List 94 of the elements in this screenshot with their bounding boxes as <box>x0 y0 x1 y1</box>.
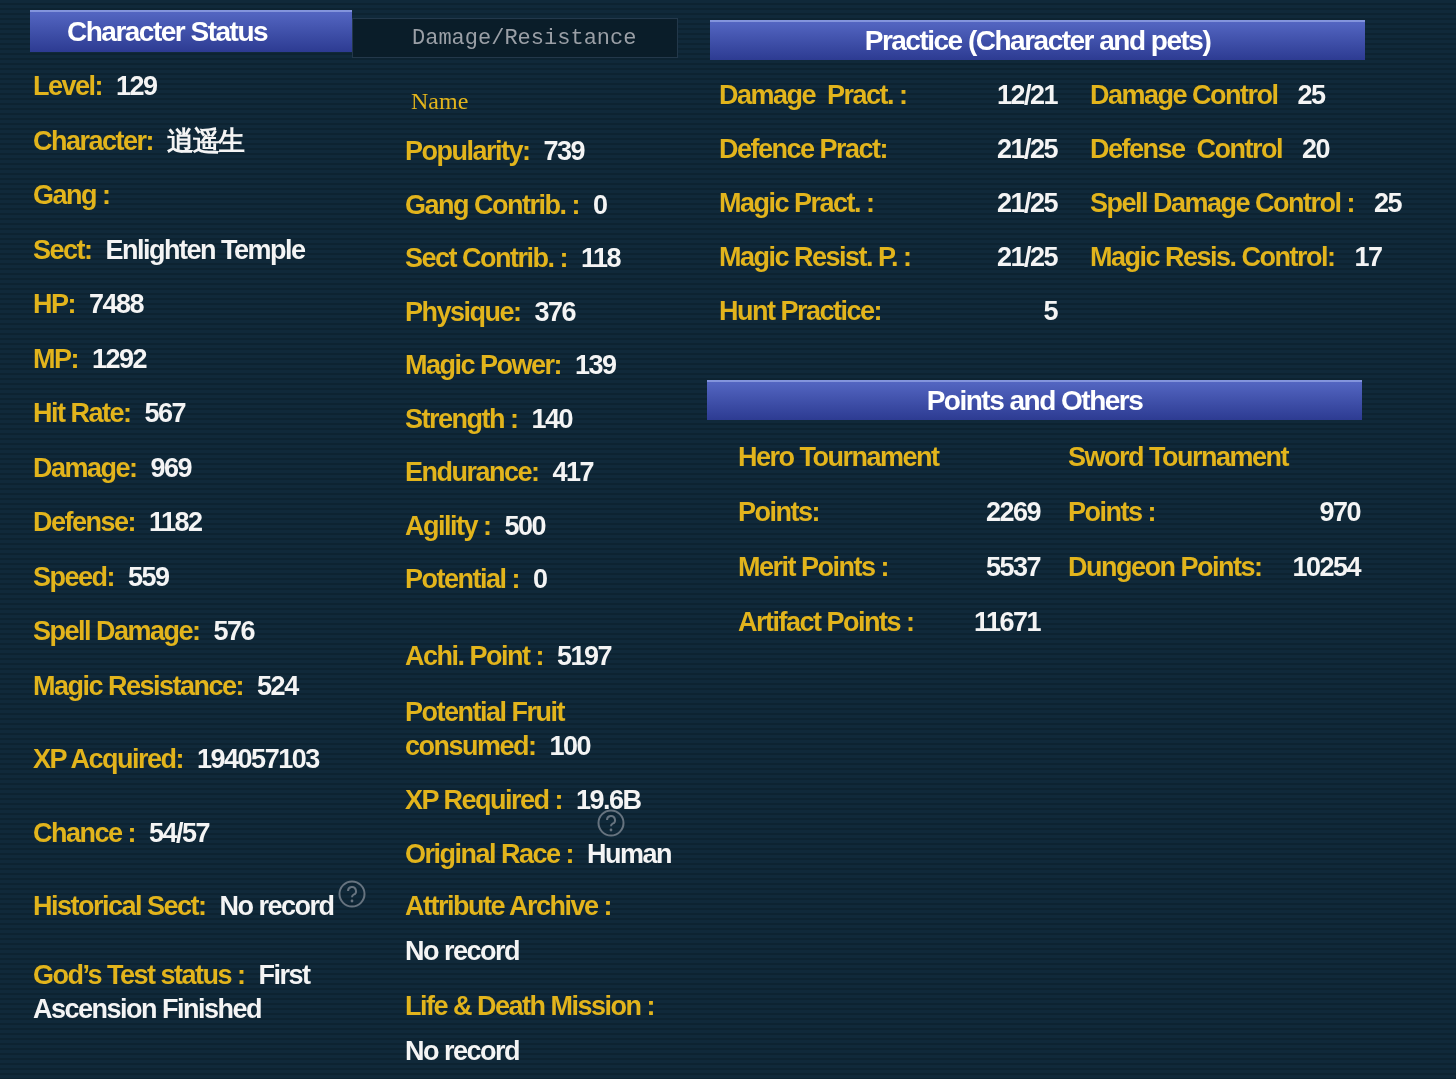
field-label: Magic Resistance: <box>33 670 244 701</box>
field-value: No record <box>219 891 334 921</box>
field-value: 20 <box>1302 133 1330 166</box>
section-header: Practice (Character and pets) <box>710 20 1365 60</box>
field-label: Spell Damage Control : <box>1090 187 1355 220</box>
field-value: Human <box>587 838 672 869</box>
field-value: 21/25 <box>996 187 1057 220</box>
field-value: 5 <box>1043 295 1057 328</box>
field-value: 21/25 <box>996 241 1057 274</box>
field-value: 25 <box>1374 187 1402 220</box>
field-label: Hunt Practice: <box>719 295 882 328</box>
field-label: Achi. Point : <box>405 640 543 671</box>
field-label: Life & Death Mission : <box>405 990 655 1023</box>
field-value: 1292 <box>92 343 147 374</box>
field-label: Physique: <box>405 296 521 327</box>
field-value: 576 <box>213 616 255 646</box>
field-value: 5537 <box>985 551 1040 584</box>
field-label: Defense Control <box>1090 133 1283 166</box>
field-label: Artifact Points : <box>738 606 914 639</box>
field-label: Sword Tournament Points : <box>1068 441 1290 529</box>
field-label: Attribute Archive : <box>405 890 612 923</box>
field-label: Character: <box>33 125 154 156</box>
field-text: God’s Test status : First Ascension Finished <box>33 958 312 1026</box>
field-value: No record <box>405 1035 520 1068</box>
field-value: 逍遥生 <box>167 125 244 156</box>
field-label: Agility : <box>405 510 491 541</box>
name-label: Name <box>410 87 469 116</box>
field-label: Gang : <box>33 180 110 210</box>
field-value: 19.6B <box>576 785 641 815</box>
field-label: Hit Rate: <box>33 398 131 428</box>
field-value: Enlighten Temple <box>105 234 305 265</box>
field-value: 739 <box>543 136 585 166</box>
field-value: 194057103 <box>197 744 319 774</box>
field-value: 559 <box>128 561 169 592</box>
field-label: Damage: <box>33 452 137 483</box>
field-value: 25 <box>1297 79 1325 112</box>
field-value: 7488 <box>89 289 144 319</box>
field-label: Defence Pract: <box>719 133 888 166</box>
field-label: XP Required : <box>405 785 563 815</box>
field-label: Historical Sect: <box>33 891 206 921</box>
field-label: XP Acquired: <box>33 744 184 774</box>
field-label: Popularity: <box>405 136 530 166</box>
field-label: Endurance: <box>405 457 539 487</box>
field-value: 417 <box>552 457 594 487</box>
section-header: Points and Others <box>707 380 1362 420</box>
field-label: Magic Pract. : <box>719 187 874 220</box>
field-value: 0 <box>593 189 607 220</box>
field-label: Magic Power: <box>405 350 562 380</box>
field-value: No record <box>405 935 520 968</box>
field-label: Magic Resist. P. : <box>719 241 911 274</box>
field-value: 5197 <box>557 640 612 671</box>
field-label: Damage Pract. : <box>719 79 907 112</box>
field-label: Sect: <box>33 234 92 265</box>
field-label: Strength : <box>405 403 518 434</box>
field-label: Gang Contrib. : <box>405 189 579 220</box>
field-value: 140 <box>531 403 573 434</box>
field-value: 11671 <box>973 606 1040 639</box>
field-value: 129 <box>116 71 157 101</box>
tab[interactable]: Character Status <box>30 10 352 52</box>
field-value: 1182 <box>149 507 202 537</box>
field-label: Chance : <box>33 817 136 848</box>
field-value: 10254 <box>1292 551 1360 584</box>
field-label: Potential : <box>405 564 519 594</box>
field-value: 21/25 <box>996 133 1057 166</box>
field-label: HP: <box>33 289 75 319</box>
tab[interactable]: Damage/Resistance <box>352 18 678 58</box>
field-value: 970 <box>1319 496 1360 529</box>
field-value: 969 <box>150 452 192 483</box>
field-value: 17 <box>1354 241 1382 274</box>
field-label: Speed: <box>33 561 115 592</box>
field-value: 500 <box>504 510 546 541</box>
field-label: MP: <box>33 343 78 374</box>
field-value: 524 <box>257 670 298 701</box>
field-label: Dungeon Points: <box>1068 551 1262 584</box>
field-label: Damage Control <box>1090 79 1278 112</box>
field-label: Merit Points : <box>738 551 888 584</box>
field-label: Original Race : <box>405 838 574 869</box>
help-icon[interactable] <box>596 808 625 837</box>
field-value: 139 <box>575 350 616 380</box>
help-icon[interactable] <box>337 879 366 908</box>
field-text: Potential Fruit consumed: 100 <box>405 696 592 763</box>
field-value: 54/57 <box>149 817 210 848</box>
field-label: Level: <box>33 71 103 101</box>
field-label: Hero Tournament Points: <box>738 441 941 529</box>
field-label: Sect Contrib. : <box>405 243 567 273</box>
field-label: Magic Resis. Control: <box>1090 241 1335 274</box>
field-value: 567 <box>144 398 186 428</box>
field-label: Defense: <box>33 507 136 537</box>
field-value: 12/21 <box>996 79 1057 112</box>
field-value: 0 <box>533 564 547 594</box>
field-value: 118 <box>581 243 621 273</box>
field-label: Spell Damage: <box>33 616 200 646</box>
field-value: 2269 <box>985 496 1040 529</box>
field-value: 376 <box>534 296 576 327</box>
